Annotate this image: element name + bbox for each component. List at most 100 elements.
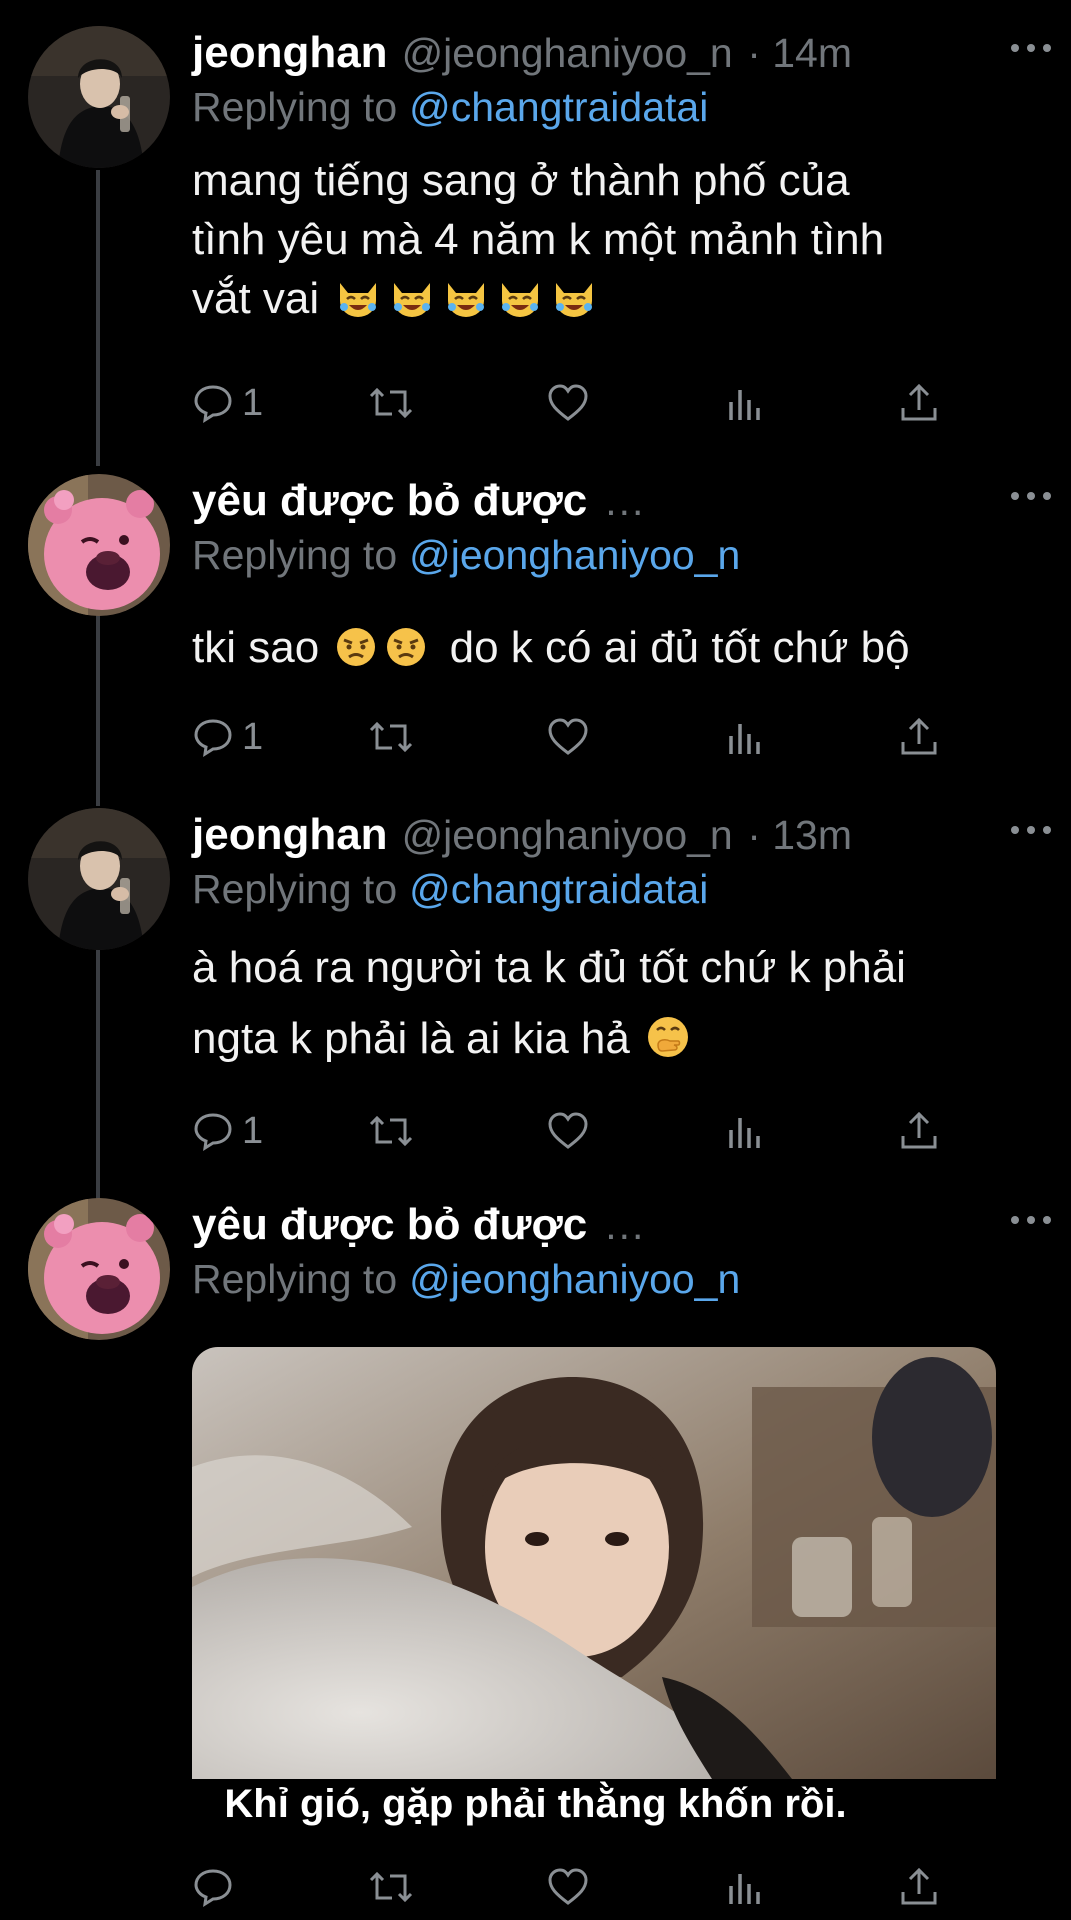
replying-label: Replying to: [192, 866, 398, 912]
angry-face-emoji: [385, 624, 427, 683]
retweet-icon: [369, 387, 413, 419]
replying-label: Replying to: [192, 532, 398, 578]
like-button[interactable]: [546, 1862, 590, 1912]
tweet-actions: [192, 1862, 952, 1912]
like-icon: [548, 718, 588, 755]
laughing-cat-emoji: [551, 275, 597, 334]
username[interactable]: @jeonghaniyoo_n: [402, 30, 733, 76]
analytics-icon: [729, 1118, 760, 1148]
like-icon: [548, 1112, 588, 1149]
truncation-ellipsis: ...: [605, 478, 646, 524]
more-options-icon[interactable]: [1011, 1216, 1051, 1230]
thread-line: [96, 170, 100, 466]
replying-to: Replying to @jeonghaniyoo_n: [192, 1256, 740, 1303]
tweet-header: yêu được bỏ được...: [192, 1200, 1051, 1260]
tweet-text: tki sao do k có ai đủ tốt chứ bộ: [192, 618, 1022, 683]
share-icon: [901, 383, 937, 421]
reply-count: 1: [242, 715, 264, 758]
tweet-text-line: ngta k phải là ai kia hả: [192, 1009, 1022, 1074]
share-button[interactable]: [898, 712, 940, 762]
share-icon: [901, 1111, 937, 1149]
username[interactable]: @jeonghaniyoo_n: [402, 812, 733, 858]
tweet-media-image[interactable]: [192, 1347, 996, 1779]
like-icon: [548, 1868, 588, 1905]
laughing-cat-emoji: [497, 275, 543, 334]
display-name[interactable]: jeonghan: [192, 810, 388, 859]
laughing-cat-emoji: [443, 275, 489, 334]
tweet-header: jeonghan @jeonghaniyoo_n · 13m: [192, 810, 1051, 870]
reply-button[interactable]: [192, 1862, 234, 1912]
truncation-ellipsis: ...: [605, 1202, 646, 1248]
mention-link[interactable]: @changtraidatai: [409, 84, 708, 130]
analytics-button[interactable]: [724, 1862, 764, 1912]
tweet-text-fragment: vắt vai: [192, 274, 320, 323]
mention-link[interactable]: @changtraidatai: [409, 866, 708, 912]
avatar[interactable]: [28, 26, 170, 168]
retweet-button[interactable]: [368, 712, 414, 762]
reply-count: 1: [242, 381, 264, 424]
analytics-button[interactable]: [724, 1106, 764, 1156]
timestamp[interactable]: · 14m: [747, 30, 852, 76]
avatar[interactable]: [28, 474, 170, 616]
replying-to: Replying to @changtraidatai: [192, 84, 708, 131]
tweet-text-line: vắt vai: [192, 269, 1022, 334]
tweet-actions: 1: [192, 712, 952, 762]
thread-line: [96, 612, 100, 806]
reply-button[interactable]: 1: [192, 712, 263, 762]
like-button[interactable]: [546, 1106, 590, 1156]
tweet-actions: 1: [192, 1106, 952, 1156]
more-options-icon[interactable]: [1011, 44, 1051, 58]
tweet-text-line: tình yêu mà 4 năm k một mảnh tình: [192, 215, 885, 264]
tweet-text: mang tiếng sang ở thành phố của tình yêu…: [192, 151, 1022, 334]
retweet-icon: [369, 721, 413, 753]
avatar[interactable]: [28, 808, 170, 950]
replying-label: Replying to: [192, 84, 398, 130]
analytics-button[interactable]: [724, 378, 764, 428]
share-button[interactable]: [898, 1862, 940, 1912]
retweet-icon: [369, 1115, 413, 1147]
share-button[interactable]: [898, 1106, 940, 1156]
analytics-icon: [729, 390, 760, 420]
analytics-button[interactable]: [724, 712, 764, 762]
tweet-text-fragment: do k có ai đủ tốt chứ bộ: [449, 623, 910, 672]
retweet-button[interactable]: [368, 1106, 414, 1156]
reply-count: 1: [242, 1109, 264, 1152]
more-options-icon[interactable]: [1011, 826, 1051, 840]
tweet-text-line: à hoá ra người ta k đủ tốt chứ k phải: [192, 943, 906, 992]
retweet-button[interactable]: [368, 378, 414, 428]
mention-link[interactable]: @jeonghaniyoo_n: [409, 532, 740, 578]
display-name[interactable]: yêu được bỏ được: [192, 476, 587, 525]
tweet-text-line: mang tiếng sang ở thành phố của: [192, 156, 850, 205]
avatar[interactable]: [28, 1198, 170, 1340]
reply-icon: [194, 1113, 232, 1151]
tweet-actions: 1: [192, 378, 952, 428]
reply-icon: [194, 1869, 232, 1907]
reply-icon: [194, 385, 232, 423]
like-button[interactable]: [546, 378, 590, 428]
mention-link[interactable]: @jeonghaniyoo_n: [409, 1256, 740, 1302]
timestamp[interactable]: · 13m: [747, 812, 852, 858]
retweet-button[interactable]: [368, 1862, 414, 1912]
hand-over-mouth-emoji: [646, 1015, 690, 1074]
media-caption: Khỉ gió, gặp phải thằng khốn rồi.: [224, 1782, 847, 1826]
analytics-icon: [729, 724, 760, 754]
reply-button[interactable]: 1: [192, 378, 263, 428]
like-icon: [548, 384, 588, 421]
share-button[interactable]: [898, 378, 940, 428]
more-options-icon[interactable]: [1011, 492, 1051, 506]
display-name[interactable]: yêu được bỏ được: [192, 1200, 587, 1249]
share-icon: [901, 1867, 937, 1905]
laughing-cat-emoji: [389, 275, 435, 334]
tweet-text: à hoá ra người ta k đủ tốt chứ k phải ng…: [192, 938, 1022, 1074]
display-name[interactable]: jeonghan: [192, 28, 388, 77]
share-icon: [901, 717, 937, 755]
reply-icon: [194, 719, 232, 757]
angry-face-emoji: [335, 624, 377, 683]
thread-line: [96, 950, 100, 1200]
replying-to: Replying to @jeonghaniyoo_n: [192, 532, 740, 579]
retweet-icon: [369, 1871, 413, 1903]
reply-button[interactable]: 1: [192, 1106, 263, 1156]
replying-to: Replying to @changtraidatai: [192, 866, 708, 913]
tweet-header: yêu được bỏ được...: [192, 476, 1051, 536]
like-button[interactable]: [546, 712, 590, 762]
